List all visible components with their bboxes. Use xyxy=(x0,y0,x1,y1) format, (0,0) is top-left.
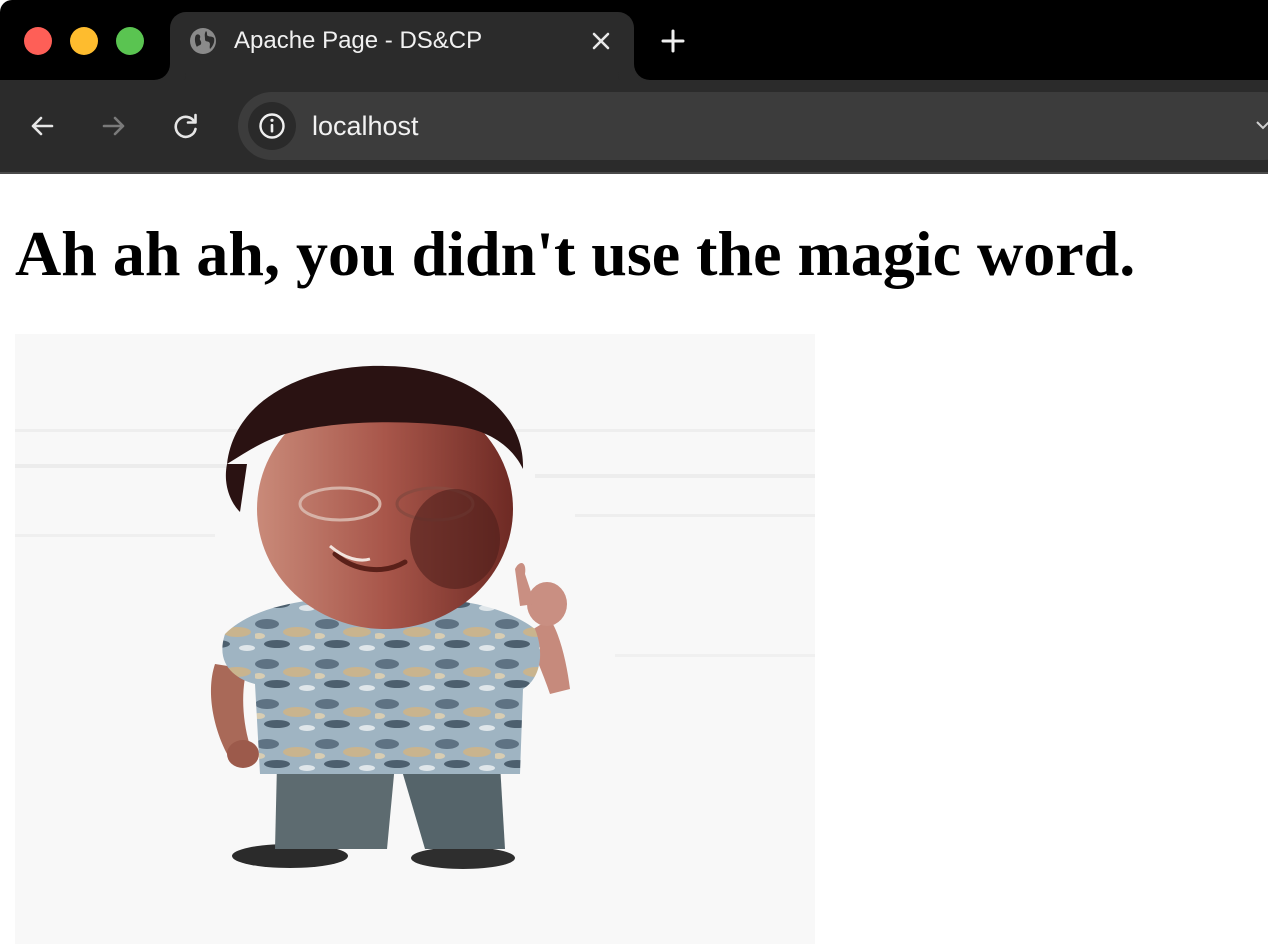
reload-icon[interactable] xyxy=(170,110,202,142)
tab-title: Apache Page - DS&CP xyxy=(234,27,483,54)
arrow-left-icon[interactable] xyxy=(26,110,58,142)
page-heading: Ah ah ah, you didn't use the magic word. xyxy=(15,218,1136,289)
close-icon[interactable] xyxy=(588,28,614,54)
window-maximize-button[interactable] xyxy=(116,27,144,55)
browser-window: Apache Page - DS&CP localhost Ah ah ah, … xyxy=(0,0,1268,944)
window-close-button[interactable] xyxy=(24,27,52,55)
url-text[interactable]: localhost xyxy=(312,110,419,142)
cartoon-man-illustration xyxy=(15,334,815,944)
cartoon-man-image xyxy=(15,334,815,944)
info-icon xyxy=(259,113,285,139)
globe-icon xyxy=(190,28,216,54)
page-content: Ah ah ah, you didn't use the magic word. xyxy=(0,174,1268,944)
site-info-button[interactable] xyxy=(248,102,296,150)
tab-strip: Apache Page - DS&CP xyxy=(0,0,1268,80)
chevron-down-icon[interactable] xyxy=(1256,120,1268,130)
browser-toolbar: localhost xyxy=(0,80,1268,174)
arrow-right-icon[interactable] xyxy=(98,110,130,142)
address-bar[interactable]: localhost xyxy=(238,92,1268,160)
browser-tab-active[interactable]: Apache Page - DS&CP xyxy=(170,12,634,80)
window-minimize-button[interactable] xyxy=(70,27,98,55)
new-tab-plus-icon[interactable] xyxy=(658,26,688,56)
